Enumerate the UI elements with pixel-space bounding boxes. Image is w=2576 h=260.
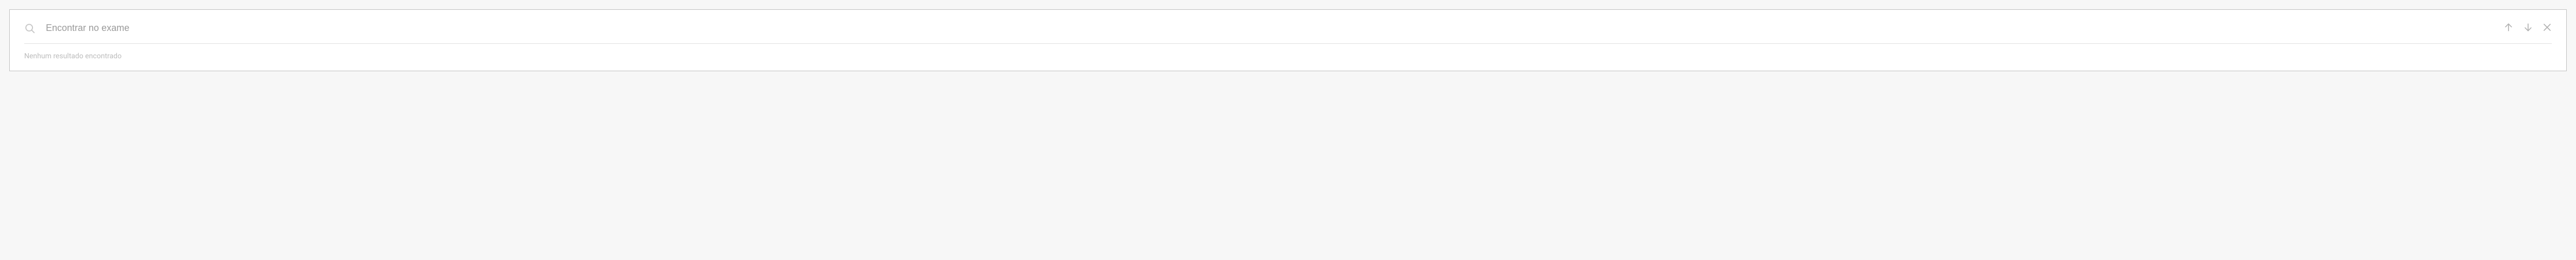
search-row <box>24 10 2552 43</box>
arrow-down-icon <box>2523 22 2533 34</box>
prev-result-button[interactable] <box>2503 22 2514 34</box>
next-result-button[interactable] <box>2523 22 2533 34</box>
close-button[interactable] <box>2543 23 2552 34</box>
arrow-up-icon <box>2503 22 2514 34</box>
search-container <box>24 10 2552 44</box>
search-panel: Nenhum resultado encontrado <box>9 9 2567 71</box>
status-message: Nenhum resultado encontrado <box>10 44 2566 71</box>
close-icon <box>2543 23 2552 34</box>
search-icon <box>24 23 36 34</box>
search-input[interactable] <box>46 23 2493 34</box>
nav-controls <box>2503 22 2552 34</box>
